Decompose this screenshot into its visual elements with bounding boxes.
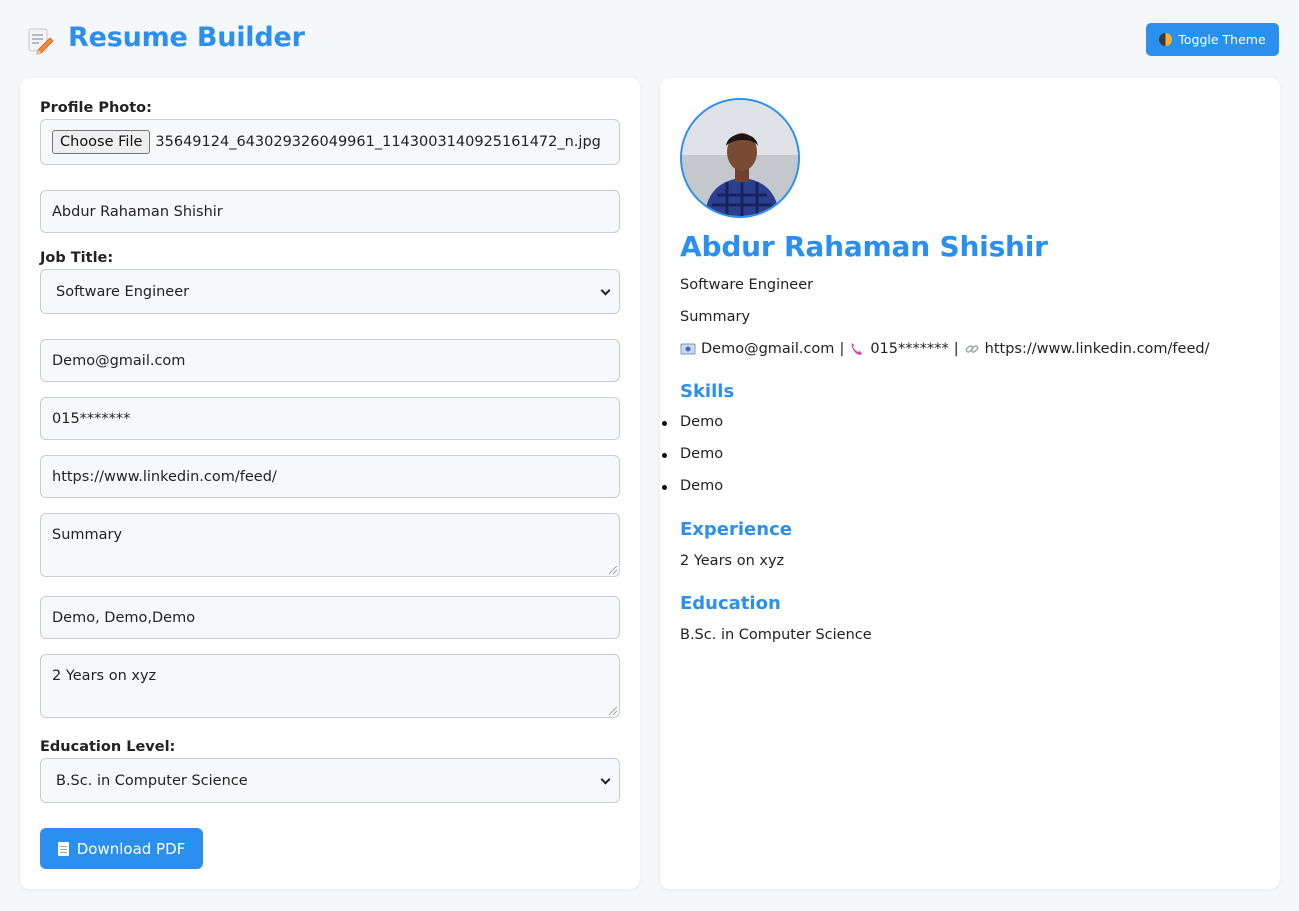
toggle-theme-label: Toggle Theme bbox=[1178, 32, 1266, 47]
preview-education: B.Sc. in Computer Science bbox=[680, 627, 872, 643]
resume-form-panel: Profile Photo: Choose File 35649124_6430… bbox=[20, 78, 640, 889]
skill-item: Demo bbox=[660, 414, 723, 446]
experience-textarea-value: 2 Years on xyz bbox=[52, 668, 157, 684]
phone-input[interactable]: 015******* bbox=[40, 397, 620, 440]
preview-phone: 015******* bbox=[870, 341, 949, 357]
job-title-label: Job Title: bbox=[40, 250, 114, 266]
experience-heading: Experience bbox=[680, 519, 792, 540]
preview-email: Demo@gmail.com bbox=[701, 341, 835, 357]
choose-file-button[interactable]: Choose File bbox=[52, 130, 151, 154]
linkedin-input[interactable]: https://www.linkedin.com/feed/ bbox=[40, 455, 620, 498]
toggle-theme-button[interactable]: Toggle Theme bbox=[1146, 23, 1279, 56]
profile-photo-input[interactable]: Choose File 35649124_643029326049961_114… bbox=[40, 119, 620, 165]
memo-pencil-icon bbox=[28, 28, 54, 55]
profile-photo-label: Profile Photo: bbox=[40, 100, 152, 116]
skill-item: Demo bbox=[660, 478, 723, 510]
resume-preview-panel: Abdur Rahaman Shishir Software Engineer … bbox=[660, 78, 1280, 889]
download-pdf-button[interactable]: Download PDF bbox=[40, 828, 203, 869]
summary-textarea[interactable]: Summary bbox=[40, 513, 620, 577]
link-icon bbox=[965, 345, 979, 353]
chevron-down-icon bbox=[600, 285, 611, 296]
skill-item: Demo bbox=[660, 446, 723, 478]
name-input[interactable]: Abdur Rahaman Shishir bbox=[40, 190, 620, 233]
summary-textarea-value: Summary bbox=[52, 527, 123, 543]
resize-handle-icon[interactable] bbox=[609, 707, 617, 715]
phone-input-value: 015******* bbox=[52, 410, 131, 427]
skills-input[interactable]: Demo, Demo,Demo bbox=[40, 596, 620, 639]
preview-name: Abdur Rahaman Shishir bbox=[680, 230, 1048, 263]
preview-summary: Summary bbox=[680, 309, 751, 325]
education-level-label: Education Level: bbox=[40, 739, 176, 755]
half-circle-icon bbox=[1159, 33, 1173, 46]
resize-handle-icon[interactable] bbox=[609, 566, 617, 574]
skills-input-value: Demo, Demo,Demo bbox=[52, 609, 196, 626]
preview-linkedin: https://www.linkedin.com/feed/ bbox=[984, 341, 1210, 357]
job-title-select[interactable]: Software Engineer bbox=[40, 269, 620, 314]
contact-separator: | bbox=[953, 341, 959, 357]
document-icon bbox=[57, 841, 69, 856]
education-level-select[interactable]: B.Sc. in Computer Science bbox=[40, 758, 620, 803]
profile-avatar bbox=[680, 98, 800, 218]
education-heading: Education bbox=[680, 593, 781, 614]
phone-icon bbox=[851, 343, 863, 355]
app-title: Resume Builder bbox=[68, 22, 305, 53]
app-header: Resume Builder Toggle Theme bbox=[0, 0, 1299, 78]
preview-job-title: Software Engineer bbox=[680, 277, 814, 293]
skills-list: Demo Demo Demo bbox=[660, 414, 723, 510]
email-input[interactable]: Demo@gmail.com bbox=[40, 339, 620, 382]
preview-experience: 2 Years on xyz bbox=[680, 553, 785, 569]
download-pdf-label: Download PDF bbox=[76, 839, 186, 858]
name-input-value: Abdur Rahaman Shishir bbox=[52, 203, 223, 220]
experience-textarea[interactable]: 2 Years on xyz bbox=[40, 654, 620, 718]
contact-separator: | bbox=[839, 341, 845, 357]
envelope-icon bbox=[680, 343, 696, 355]
education-level-selected: B.Sc. in Computer Science bbox=[56, 772, 248, 789]
chevron-down-icon bbox=[600, 774, 611, 785]
person-photo-icon bbox=[682, 100, 798, 216]
job-title-selected: Software Engineer bbox=[56, 283, 190, 300]
linkedin-input-value: https://www.linkedin.com/feed/ bbox=[52, 468, 277, 485]
skills-heading: Skills bbox=[680, 381, 735, 402]
preview-contact-line: Demo@gmail.com | 015******* | https://ww… bbox=[680, 341, 1209, 357]
email-input-value: Demo@gmail.com bbox=[52, 352, 186, 369]
file-name: 35649124_643029326049961_114300314092516… bbox=[155, 134, 601, 150]
